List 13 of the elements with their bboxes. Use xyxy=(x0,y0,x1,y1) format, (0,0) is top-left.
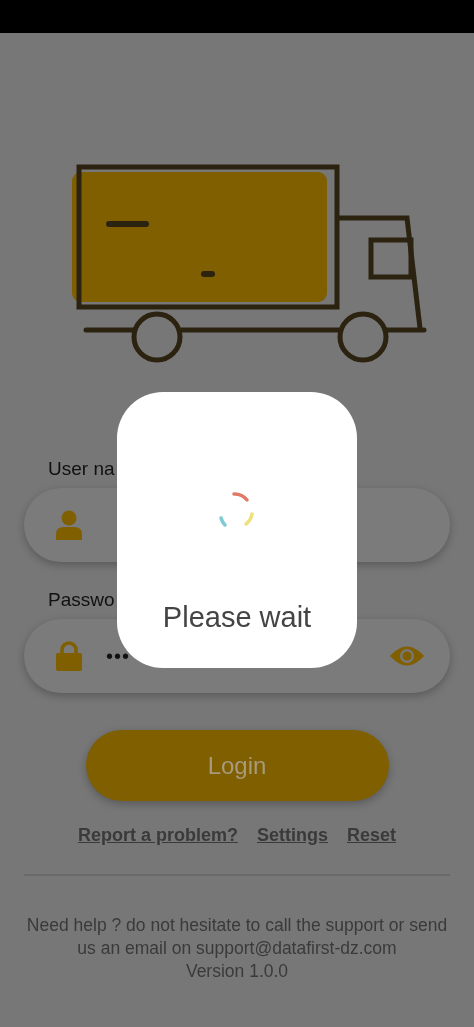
footer-link[interactable]: Reset xyxy=(347,825,397,846)
version-text: Version 1.0.0 xyxy=(184,960,290,983)
help-text: Need help ? do not hesitate to call the support or send us an email on support@datafirst-dz.com xyxy=(25,914,449,960)
lock-icon xyxy=(56,641,82,671)
person-icon xyxy=(56,510,82,540)
loading-spinner-icon xyxy=(217,491,257,529)
wait-message: Please wait xyxy=(162,601,312,634)
field-label: Passwo xyxy=(48,589,116,611)
footer-link[interactable]: Settings xyxy=(257,825,328,846)
eye-icon[interactable] xyxy=(390,645,424,667)
field-label: User na xyxy=(48,458,116,480)
footer-link[interactable]: Report a problem? xyxy=(77,825,238,846)
login-button[interactable]: Login xyxy=(85,730,389,801)
